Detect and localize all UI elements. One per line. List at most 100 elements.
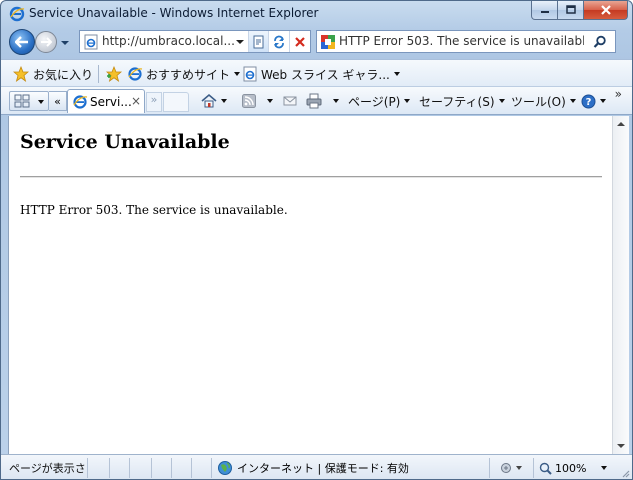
web-slice-gallery-link[interactable]: Web スライス ギャラ... [242,65,400,83]
home-button[interactable] [201,91,227,111]
manage-addons-icon [501,463,522,473]
print-button[interactable] [306,91,339,111]
recent-pages-dropdown-icon[interactable] [61,39,69,47]
status-divider [211,458,212,478]
scroll-down-arrow-icon [617,444,625,448]
error-message: HTTP Error 503. The service is unavailab… [20,203,288,217]
chevron-down-icon [221,99,227,103]
feeds-button[interactable] [242,91,273,111]
status-divider [191,458,192,478]
address-dropdown-button[interactable] [232,31,248,52]
search-button[interactable] [589,31,611,52]
address-input[interactable]: http://umbraco.local... [102,34,235,48]
scroll-up-button[interactable] [613,116,629,132]
search-icon [593,35,606,48]
tools-menu-label: ツール(O) [511,94,566,109]
tab-list-button[interactable]: « [49,91,67,111]
read-mail-button[interactable] [283,91,297,111]
rss-feed-icon [242,94,256,108]
status-text: ページが表示さ [9,462,86,475]
scroll-down-button[interactable] [613,438,629,454]
ie-logo-icon [9,6,25,22]
search-box[interactable]: HTTP Error 503. The service is unavailab… [316,30,616,53]
svg-text:?: ? [586,97,592,108]
chevron-down-icon [498,99,505,103]
tab-close-button[interactable]: × [130,94,142,108]
status-divider [109,458,110,478]
zoom-button[interactable]: 100% [539,458,586,478]
add-to-favorites-bar-button[interactable] [105,65,123,83]
scroll-up-arrow-icon [617,122,625,126]
printer-icon [306,93,322,109]
web-slice-label: Web スライス ギャラ... [261,67,390,82]
title-bar[interactable]: Service Unavailable - Windows Internet E… [1,1,632,27]
quick-tabs-button[interactable] [9,91,49,111]
tab-scroll-right-button[interactable]: » [146,92,162,112]
stop-button[interactable] [289,31,310,52]
forward-button[interactable] [35,31,57,53]
suggested-sites-link[interactable]: おすすめサイト [127,65,241,83]
chevron-down-icon [234,72,241,76]
safety-menu[interactable]: セーフティ(S) [419,91,505,111]
caption-buttons [531,1,628,20]
zoom-level: 100% [555,461,587,475]
search-input[interactable]: HTTP Error 503. The service is unavailab… [339,34,584,48]
status-divider [533,458,534,478]
minimize-icon [540,11,549,13]
compatibility-view-icon [253,35,263,48]
command-bar: « Servi... × » ページ(P) セーフティ(S) ツール(O) ? … [1,87,632,115]
ie-link-icon [128,67,143,81]
forward-arrow-icon [41,37,52,47]
chevron-down-icon [267,99,273,103]
status-divider [171,458,172,478]
refresh-icon [274,35,284,48]
security-zone[interactable]: インターネット | 保護モード: 有効 [217,458,409,478]
favorites-button[interactable]: お気に入り [13,65,93,83]
chevron-down-icon [569,99,576,103]
magnifier-icon [539,462,552,475]
close-icon [600,5,611,15]
command-bar-overflow-button[interactable]: » [615,87,622,101]
status-divider [129,458,130,478]
horizontal-rule [20,176,602,178]
chevron-down-icon [38,100,44,104]
tools-menu[interactable]: ツール(O) [511,91,576,111]
navigation-bar: http://umbraco.local... HTTP Error 503. … [1,27,632,57]
status-divider [489,458,490,478]
compatibility-view-button[interactable] [248,31,268,52]
maximize-button[interactable] [558,1,584,20]
chevron-down-icon [393,72,400,76]
maximize-icon [565,5,576,14]
address-bar[interactable]: http://umbraco.local... [79,30,311,53]
favorites-label: お気に入り [33,67,94,82]
vertical-scrollbar[interactable] [612,116,629,454]
new-tab-button[interactable] [163,92,189,112]
page-icon [84,34,98,50]
status-bar: ページが表示さ インターネット | 保護モード: 有効 100% [1,454,632,479]
page-menu[interactable]: ページ(P) [348,91,411,111]
refresh-button[interactable] [268,31,289,52]
minimize-button[interactable] [531,1,558,20]
suggested-sites-label: おすすめサイト [146,67,231,82]
tab-service-unavailable[interactable]: Servi... × [67,89,145,113]
zoom-dropdown-icon[interactable] [601,466,607,470]
search-provider-icon [321,35,335,49]
security-zone-label: インターネット | 保護モード: 有効 [237,462,409,475]
popup-blocker-button[interactable] [495,458,529,478]
resize-grip-icon[interactable] [620,468,630,478]
page-title: Service Unavailable [20,131,230,153]
back-button[interactable] [9,29,35,55]
back-arrow-icon [15,36,28,48]
close-window-button[interactable] [584,1,628,20]
tab-scroll-icon: » [150,93,158,106]
chevron-down-icon [333,99,339,103]
quick-tabs-icon [14,94,30,108]
mail-icon [283,96,297,106]
help-icon: ? [581,94,596,108]
safety-menu-label: セーフティ(S) [419,94,495,109]
page-content: Service Unavailable HTTP Error 503. The … [8,116,612,454]
page-menu-label: ページ(P) [348,94,401,109]
window-title: Service Unavailable - Windows Internet E… [29,6,319,20]
status-divider [87,458,88,478]
help-menu[interactable]: ? [581,91,606,111]
